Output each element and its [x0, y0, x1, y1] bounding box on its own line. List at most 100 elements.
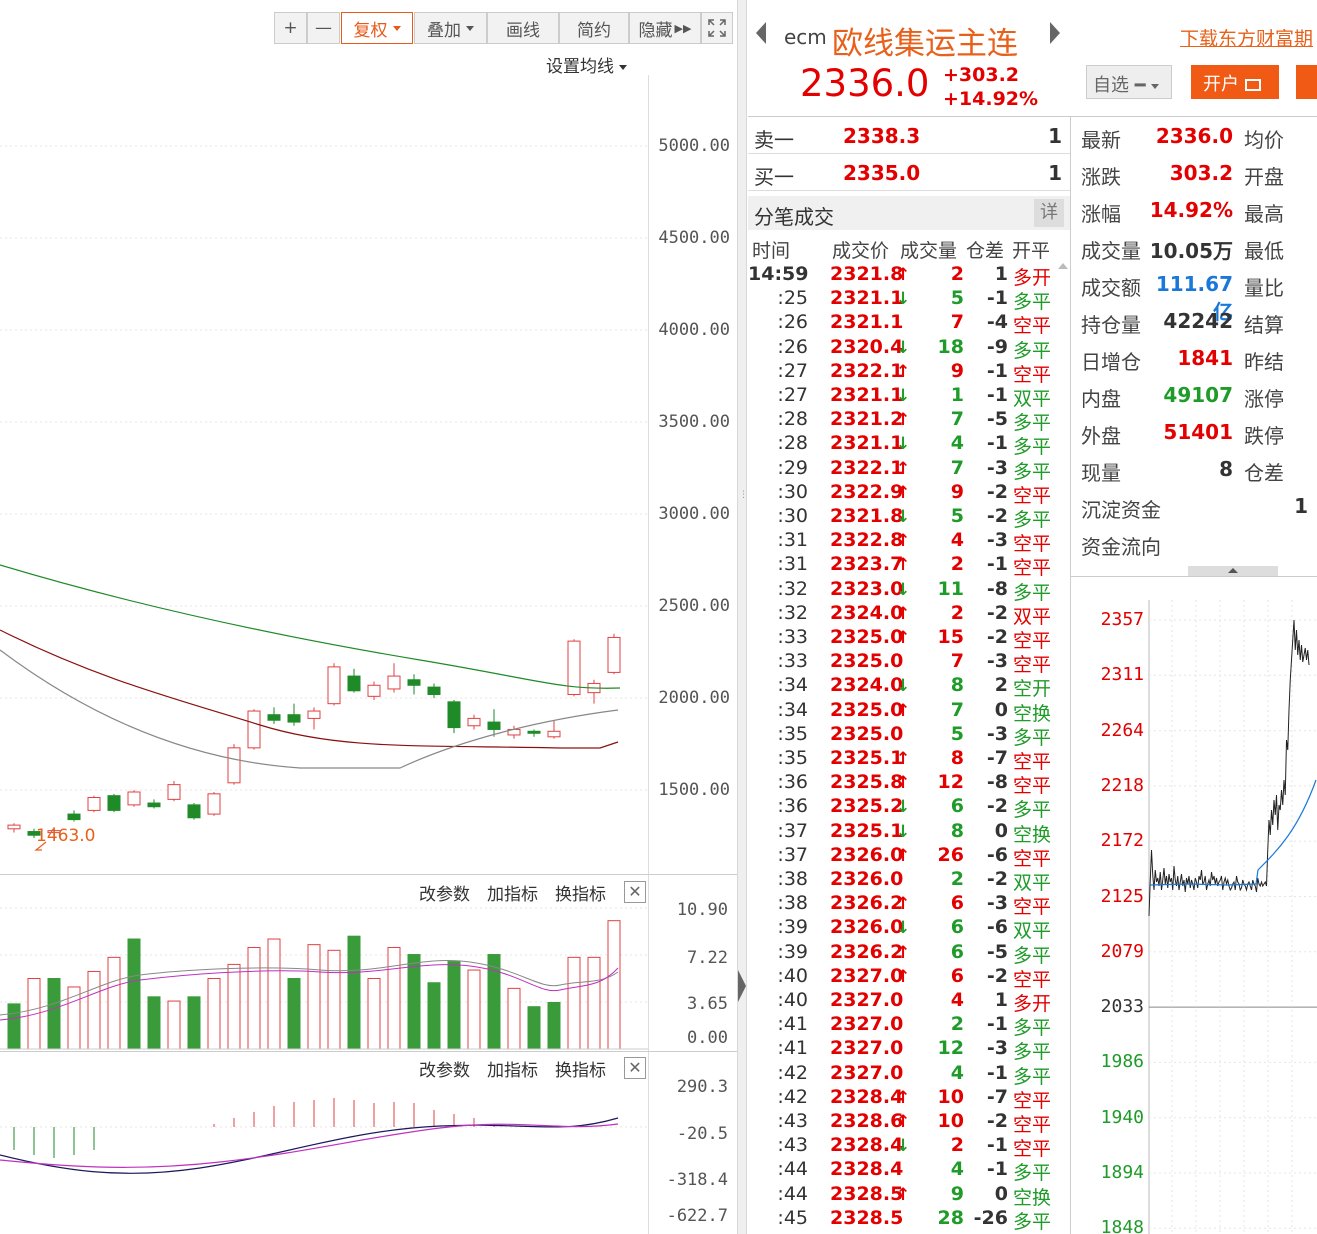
stat-label: 成交量	[1081, 239, 1141, 263]
arrow-up-icon: ↑	[896, 410, 911, 431]
arrow-up-icon: ↑	[896, 628, 911, 648]
macd-switch-indicator[interactable]: 换指标	[555, 1056, 606, 1081]
stat-label-2: 最高	[1244, 202, 1284, 226]
kline-chart	[0, 145, 648, 1174]
arrow-up-icon: ↑	[896, 966, 911, 987]
tick-open-close: 多平	[1013, 1210, 1052, 1233]
tick-price: 2322.1	[830, 359, 904, 382]
volume-bar	[327, 949, 341, 1050]
panel-splitter[interactable]: ⋮	[737, 0, 748, 1234]
trade-button[interactable]	[1296, 65, 1317, 99]
macd-edit-params[interactable]: 改参数	[419, 1056, 470, 1081]
tick-price: 2325.0	[830, 698, 904, 721]
download-link[interactable]: 下载东方财富期	[1180, 24, 1313, 51]
vol-edit-params[interactable]: 改参数	[419, 880, 470, 905]
volume-bar	[347, 935, 361, 1050]
volume-bar	[267, 938, 281, 1050]
volume-bar	[567, 956, 581, 1050]
arrow-down-icon: ↓	[896, 507, 911, 527]
volume-bar	[427, 982, 441, 1050]
arrow-down-icon: ↓	[896, 821, 911, 842]
candle-body	[327, 666, 341, 705]
candle-body	[307, 710, 321, 719]
fullscreen-button[interactable]	[701, 12, 733, 44]
tick-price: 2326.0	[830, 868, 904, 890]
volume-bar	[547, 1001, 561, 1050]
intraday-axis-label: 1940	[1100, 1106, 1144, 1128]
candle-body	[147, 802, 161, 808]
tick-time: :33	[777, 626, 808, 648]
tick-oi-change: -2	[986, 601, 1008, 624]
tick-volume: 12	[937, 771, 964, 794]
intraday-axis-label: 2125	[1100, 885, 1144, 907]
tick-oi-change: -1	[986, 359, 1008, 382]
vol-add-indicator[interactable]: 加指标	[487, 880, 538, 905]
tick-open-close: 多平	[1013, 1162, 1052, 1185]
tick-price: 2327.0	[830, 964, 904, 987]
arrow-up-icon: ↑	[896, 482, 911, 503]
tick-time: :29	[777, 456, 808, 479]
tick-time: :34	[777, 698, 808, 721]
tick-volume: 9	[950, 359, 964, 382]
tick-open-close: 多平	[1013, 944, 1052, 967]
candle-body	[347, 675, 361, 692]
double-right-icon: ▶▶	[674, 21, 692, 35]
tick-time: :30	[777, 505, 808, 527]
candle-body	[187, 804, 201, 819]
tick-volume: 7	[950, 650, 964, 673]
vol-switch-indicator[interactable]: 换指标	[555, 880, 606, 905]
tick-open-close: 多平	[1013, 1017, 1052, 1040]
contract-code: ecm	[784, 25, 827, 49]
prev-contract-icon[interactable]	[756, 22, 766, 44]
close-icon[interactable]: ✕	[624, 1057, 646, 1079]
volume-bar	[167, 1000, 181, 1050]
collapse-arrow-icon[interactable]	[738, 970, 746, 1002]
stat-label-2: 跌停	[1244, 424, 1284, 448]
macd-add-indicator[interactable]: 加指标	[487, 1056, 538, 1081]
stat-label-2: 均价	[1244, 128, 1284, 152]
watchlist-dropdown[interactable]: 自选 ━	[1086, 65, 1172, 99]
last-price: 2336.0	[800, 62, 930, 105]
tick-open-close: 多平	[1013, 581, 1052, 604]
tick-open-close: 空换	[1013, 823, 1052, 846]
tick-volume: 2	[950, 868, 964, 890]
volume-bar	[227, 963, 241, 1050]
candle-body	[267, 714, 281, 721]
tick-volume: 6	[950, 964, 964, 987]
quote-panel: ecm 欧线集运主连 下载东方财富期 2336.0 +303.2 +14.92%…	[748, 0, 1317, 1234]
ticks-column-header: 成交量	[900, 240, 958, 262]
price-axis-label: 2000.00	[658, 688, 730, 708]
fullscreen-icon	[708, 19, 726, 37]
candle-body	[427, 686, 441, 695]
arrow-up-icon: ↑	[896, 1087, 911, 1108]
stat-label-2: 开盘	[1244, 165, 1284, 189]
scroll-up-icon[interactable]	[1058, 263, 1068, 269]
close-icon[interactable]: ✕	[624, 881, 646, 903]
next-contract-icon[interactable]	[1050, 22, 1060, 44]
candle-body	[207, 793, 221, 815]
ticks-column-header: 开平	[1012, 240, 1051, 262]
stat-label: 内盘	[1081, 387, 1121, 411]
tick-oi-change: -3	[986, 529, 1008, 552]
tick-volume: 2	[950, 1134, 964, 1157]
tick-time: :32	[777, 577, 808, 600]
volume-bar	[307, 944, 321, 1050]
tick-oi-change: -1	[986, 1061, 1008, 1084]
ticks-detail-button[interactable]: 详	[1034, 199, 1064, 227]
stat-label: 日增仓	[1081, 350, 1141, 374]
open-account-button[interactable]: 开户	[1191, 65, 1279, 99]
low-price-marker: 1463.0	[36, 826, 96, 846]
stat-value: 303.2	[1169, 161, 1233, 185]
arrow-up-icon: ↑	[896, 894, 911, 915]
tick-volume: 26	[937, 843, 964, 866]
volume-bar	[47, 978, 61, 1050]
volume-bar	[127, 938, 141, 1050]
arrow-down-icon: ↓	[896, 337, 911, 358]
tick-volume: 4	[950, 1061, 964, 1084]
tick-price: 2325.1	[830, 747, 904, 769]
tick-time: :28	[777, 408, 808, 431]
collapse-stats-button[interactable]	[1188, 566, 1278, 576]
tick-oi-change: -8	[986, 577, 1008, 600]
candle-body	[227, 747, 241, 784]
tick-open-close: 多平	[1013, 291, 1052, 314]
